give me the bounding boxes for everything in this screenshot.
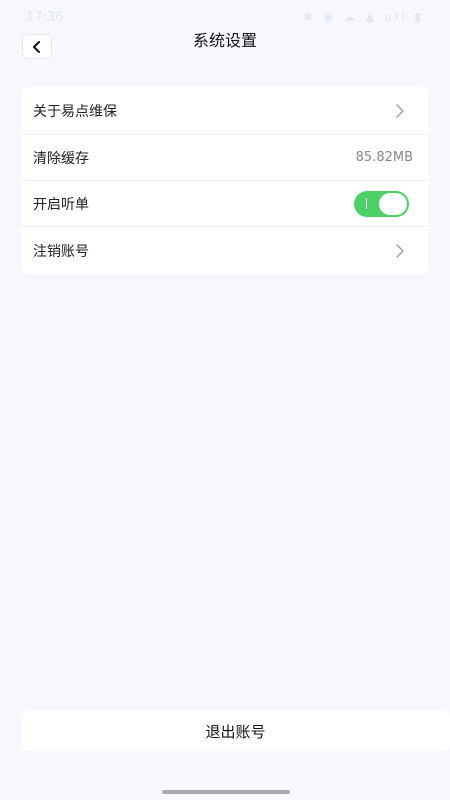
settings-item-label: 开启听单 xyxy=(33,196,89,213)
settings-item-order-listening: 开启听单 xyxy=(21,181,429,227)
settings-item-clear-cache[interactable]: 清除缓存 85.82MB xyxy=(21,135,429,181)
settings-item-about[interactable]: 关于易点维保 xyxy=(21,87,429,135)
toggle-knob xyxy=(379,192,407,215)
logout-button[interactable]: 退出账号 xyxy=(21,711,450,751)
chevron-right-icon xyxy=(396,103,404,118)
settings-item-label: 关于易点维保 xyxy=(33,103,117,120)
home-indicator xyxy=(162,790,290,794)
status-time: 17:36 xyxy=(26,10,64,25)
cache-size-value: 85.82MB xyxy=(355,150,413,165)
status-bar: 17:36 ✱ ◉ ☁ ▲ ull ▮ xyxy=(0,0,450,32)
settings-item-label: 清除缓存 xyxy=(33,150,89,167)
toggle-on-mark xyxy=(366,197,367,209)
page-title: 系统设置 xyxy=(192,31,257,50)
settings-card: 关于易点维保 清除缓存 85.82MB 开启听单 注销账号 xyxy=(21,87,429,275)
chevron-right-icon xyxy=(396,244,404,258)
settings-item-label: 注销账号 xyxy=(33,244,89,260)
status-icons: ✱ ◉ ☁ ▲ ull ▮ xyxy=(303,10,424,24)
order-listening-toggle[interactable] xyxy=(354,190,409,217)
settings-item-delete-account[interactable]: 注销账号 xyxy=(21,227,429,275)
